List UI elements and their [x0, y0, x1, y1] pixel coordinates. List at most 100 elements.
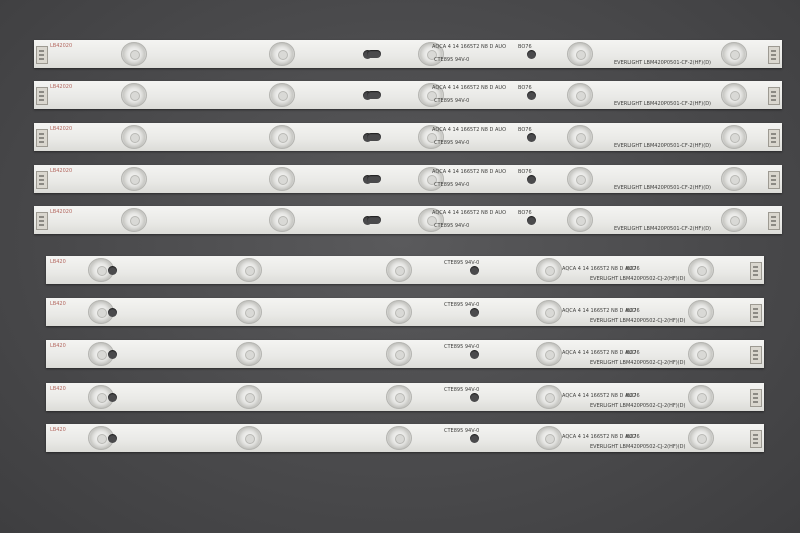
- strip-label: LB42020: [50, 209, 73, 215]
- strip-model: AQCA 4 14 1665T2 N8 D AUO: [562, 393, 637, 399]
- mounting-hole: [470, 350, 479, 359]
- led-lens: [236, 385, 262, 409]
- connector: [750, 346, 762, 364]
- strip-brand: EVERLIGHT LBM420P0501-CF-2(HF)(D): [614, 101, 712, 107]
- mounting-hole: [108, 266, 117, 275]
- led-lens: [536, 342, 562, 366]
- strip-brand: EVERLIGHT LBM420P0502-CJ-2(HF)(D): [590, 444, 686, 450]
- led-lens: [269, 83, 295, 107]
- led-strip: LB42020 AQCA 4 14 1665T2 N8 D AUO BO76 CTE8…: [34, 165, 782, 193]
- mounting-hole: [470, 434, 479, 443]
- led-lens: [236, 426, 262, 450]
- connector: [36, 171, 48, 189]
- led-lens: [688, 300, 714, 324]
- strip-code: BO76: [626, 350, 640, 356]
- mounting-hole: [108, 350, 117, 359]
- strip-cert: CTE895 94V-0: [434, 182, 470, 188]
- led-lens: [688, 342, 714, 366]
- strip-label: LB420: [50, 386, 66, 392]
- connector-right: [768, 129, 780, 147]
- led-lens: [386, 342, 412, 366]
- strip-cert: CTE895 94V-0: [444, 387, 480, 393]
- led-lens: [269, 208, 295, 232]
- strip-label: LB420: [50, 259, 66, 265]
- strip-code: BO76: [626, 393, 640, 399]
- led-lens: [536, 426, 562, 450]
- led-lens: [121, 208, 147, 232]
- strip-label: LB42020: [50, 43, 73, 49]
- led-strip: LB420 CTE895 94V-0 AQCA 4 14 1665T2 N8 D A…: [46, 383, 764, 411]
- strip-cert: CTE895 94V-0: [444, 428, 480, 434]
- strip-model: AQCA 4 14 1665T2 N8 D AUO: [562, 350, 637, 356]
- strip-brand: EVERLIGHT LBM420P0501-CF-2(HF)(D): [614, 226, 712, 232]
- led-lens: [386, 426, 412, 450]
- led-strip: LB420 CTE895 94V-0 AQCA 4 14 1665T2 N8 D A…: [46, 424, 764, 452]
- connector: [36, 46, 48, 64]
- led-lens: [121, 42, 147, 66]
- led-strip: LB420 CTE895 94V-0 AQCA 4 14 1665T2 N8 D A…: [46, 256, 764, 284]
- connector: [750, 304, 762, 322]
- strip-model: AQCA 4 14 1665T2 N8 D AUO: [432, 169, 507, 175]
- led-lens: [721, 208, 747, 232]
- mounting-slot: [367, 133, 381, 141]
- led-lens: [721, 42, 747, 66]
- led-lens: [386, 258, 412, 282]
- mounting-hole: [470, 393, 479, 402]
- strip-cert: CTE895 94V-0: [444, 302, 480, 308]
- strip-model: AQCA 4 14 1665T2 N8 D AUO: [432, 127, 507, 133]
- mounting-hole: [527, 133, 536, 142]
- mounting-slot: [367, 50, 381, 58]
- strip-cert: CTE895 94V-0: [444, 344, 480, 350]
- strip-model: AQCA 4 14 1665T2 N8 D AUO: [432, 44, 507, 50]
- mounting-slot: [367, 216, 381, 224]
- strip-code: BO76: [518, 127, 532, 133]
- led-lens: [688, 426, 714, 450]
- led-lens: [121, 167, 147, 191]
- mounting-slot: [367, 175, 381, 183]
- led-lens: [567, 208, 593, 232]
- led-lens: [536, 300, 562, 324]
- led-lens: [236, 300, 262, 324]
- photo-scene: LB42020 AQCA 4 14 1665T2 N8 D AUO BO76 CTE8…: [0, 0, 800, 533]
- mounting-hole: [108, 434, 117, 443]
- strip-brand: EVERLIGHT LBM420P0501-CF-2(HF)(D): [614, 60, 712, 66]
- led-strip: LB420 CTE895 94V-0 AQCA 4 14 1665T2 N8 D A…: [46, 340, 764, 368]
- strip-code: BO76: [518, 210, 532, 216]
- mounting-hole: [527, 216, 536, 225]
- led-lens: [721, 83, 747, 107]
- led-lens: [386, 385, 412, 409]
- led-strip: LB42020 AQCA 4 14 1665T2 N8 D AUO BO76 CTE8…: [34, 40, 782, 68]
- mounting-hole: [108, 393, 117, 402]
- led-lens: [688, 385, 714, 409]
- strip-brand: EVERLIGHT LBM420P0501-CF-2(HF)(D): [614, 185, 712, 191]
- connector: [36, 87, 48, 105]
- led-lens: [236, 342, 262, 366]
- strip-cert: CTE895 94V-0: [434, 57, 470, 63]
- mounting-hole: [470, 308, 479, 317]
- strip-brand: EVERLIGHT LBM420P0502-CJ-2(HF)(D): [590, 318, 686, 324]
- mounting-hole: [527, 50, 536, 59]
- led-lens: [236, 258, 262, 282]
- connector: [36, 212, 48, 230]
- strip-cert: CTE895 94V-0: [434, 98, 470, 104]
- strip-label: LB42020: [50, 168, 73, 174]
- strip-cert: CTE895 94V-0: [434, 223, 470, 229]
- led-lens: [567, 167, 593, 191]
- strip-model: AQCA 4 14 1665T2 N8 D AUO: [562, 434, 637, 440]
- connector: [750, 262, 762, 280]
- led-lens: [269, 167, 295, 191]
- connector: [36, 129, 48, 147]
- led-strip: LB420 CTE895 94V-0 AQCA 4 14 1665T2 N8 D A…: [46, 298, 764, 326]
- led-lens: [536, 385, 562, 409]
- strip-model: AQCA 4 14 1665T2 N8 D AUO: [562, 308, 637, 314]
- mounting-slot: [367, 91, 381, 99]
- strip-code: BO76: [626, 266, 640, 272]
- strip-brand: EVERLIGHT LBM420P0501-CF-2(HF)(D): [614, 143, 712, 149]
- strip-model: AQCA 4 14 1665T2 N8 D AUO: [432, 210, 507, 216]
- led-lens: [721, 125, 747, 149]
- strip-label: LB420: [50, 301, 66, 307]
- led-lens: [688, 258, 714, 282]
- strip-model: AQCA 4 14 1665T2 N8 D AUO: [432, 85, 507, 91]
- strip-code: BO76: [626, 308, 640, 314]
- mounting-hole: [527, 175, 536, 184]
